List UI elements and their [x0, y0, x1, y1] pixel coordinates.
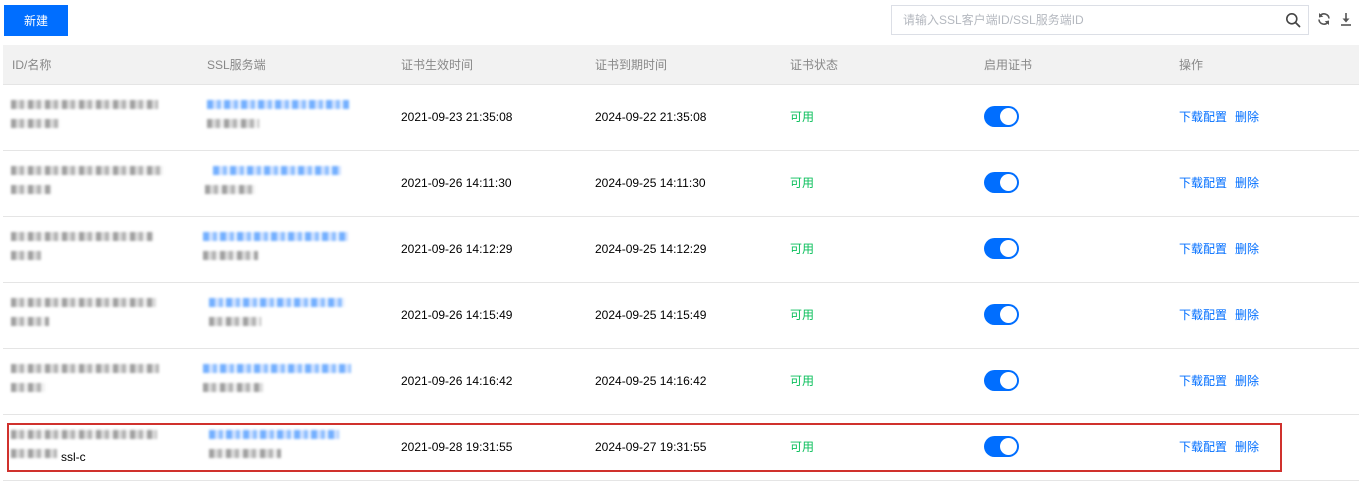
- enable-toggle[interactable]: [984, 238, 1019, 259]
- redacted-ssl-server-link[interactable]: [203, 232, 348, 241]
- column-header-id: ID/名称: [12, 58, 52, 72]
- column-header-enable: 启用证书: [984, 58, 1033, 72]
- toggle-knob: [1000, 108, 1017, 125]
- column-header-ssl-server: SSL服务端: [207, 58, 266, 72]
- enable-toggle[interactable]: [984, 370, 1019, 391]
- row-actions: 下载配置 删除: [1179, 415, 1259, 480]
- redacted-name: [11, 317, 49, 326]
- table-row: 2021-09-26 14:11:30 2024-09-25 14:11:30 …: [3, 151, 1359, 217]
- expire-time: 2024-09-25 14:11:30: [595, 176, 706, 190]
- redacted-id: [11, 430, 157, 439]
- table-row: 2021-09-26 14:15:49 2024-09-25 14:15:49 …: [3, 283, 1359, 349]
- row-actions: 下载配置 删除: [1179, 85, 1259, 150]
- redacted-id: [11, 232, 153, 241]
- column-header-expire-time: 证书到期时间: [595, 58, 668, 72]
- download-config-link[interactable]: 下载配置: [1179, 176, 1227, 190]
- row-actions: 下载配置 删除: [1179, 217, 1259, 282]
- start-time: 2021-09-26 14:16:42: [401, 374, 513, 388]
- download-config-link[interactable]: 下载配置: [1179, 308, 1227, 322]
- certificate-table: ID/名称 SSL服务端 证书生效时间 证书到期时间 证书状态 启用证书 操作 …: [3, 45, 1359, 481]
- column-header-actions: 操作: [1179, 58, 1204, 72]
- table-row: ssl-c 2021-09-28 19:31:55 2024-09-27 19:…: [3, 415, 1359, 481]
- toggle-knob: [1000, 174, 1017, 191]
- delete-link[interactable]: 删除: [1235, 374, 1259, 388]
- redacted-name: [11, 251, 41, 260]
- search-input[interactable]: [892, 6, 1282, 34]
- start-time: 2021-09-28 19:31:55: [401, 440, 513, 454]
- redacted-ssl-server-name: [203, 383, 263, 392]
- redacted-ssl-server-name: [203, 251, 258, 260]
- row-actions: 下载配置 删除: [1179, 349, 1259, 414]
- redacted-ssl-server-name: [209, 449, 281, 458]
- start-time: 2021-09-26 14:12:29: [401, 242, 513, 256]
- delete-link[interactable]: 删除: [1235, 440, 1259, 454]
- toggle-knob: [1000, 240, 1017, 257]
- redacted-ssl-server-link[interactable]: [213, 166, 341, 175]
- delete-link[interactable]: 删除: [1235, 176, 1259, 190]
- download-config-link[interactable]: 下载配置: [1179, 374, 1227, 388]
- table-row: 2021-09-23 21:35:08 2024-09-22 21:35:08 …: [3, 85, 1359, 151]
- redacted-ssl-server-name: [205, 185, 255, 194]
- redacted-ssl-server-name: [209, 317, 261, 326]
- certificate-name-suffix: ssl-c: [61, 450, 86, 464]
- search-icon[interactable]: [1285, 12, 1301, 28]
- table-header: ID/名称 SSL服务端 证书生效时间 证书到期时间 证书状态 启用证书 操作: [3, 45, 1359, 85]
- redacted-id: [11, 364, 159, 373]
- start-time: 2021-09-26 14:15:49: [401, 308, 513, 322]
- start-time: 2021-09-26 14:11:30: [401, 176, 512, 190]
- download-config-link[interactable]: 下载配置: [1179, 110, 1227, 124]
- delete-link[interactable]: 删除: [1235, 110, 1259, 124]
- row-actions: 下载配置 删除: [1179, 283, 1259, 348]
- start-time: 2021-09-23 21:35:08: [401, 110, 513, 124]
- expire-time: 2024-09-25 14:15:49: [595, 308, 707, 322]
- status-badge: 可用: [790, 176, 815, 190]
- expire-time: 2024-09-27 19:31:55: [595, 440, 707, 454]
- row-actions: 下载配置 删除: [1179, 151, 1259, 216]
- table-row: 2021-09-26 14:16:42 2024-09-25 14:16:42 …: [3, 349, 1359, 415]
- refresh-icon[interactable]: [1316, 11, 1332, 27]
- redacted-ssl-server-link[interactable]: [209, 298, 345, 307]
- expire-time: 2024-09-22 21:35:08: [595, 110, 707, 124]
- table-row: 2021-09-26 14:12:29 2024-09-25 14:12:29 …: [3, 217, 1359, 283]
- redacted-name: [11, 119, 59, 128]
- enable-toggle[interactable]: [984, 172, 1019, 193]
- column-header-start-time: 证书生效时间: [401, 58, 474, 72]
- download-config-link[interactable]: 下载配置: [1179, 440, 1227, 454]
- ssl-certificate-page: 新建 ID/名称 SSL服务端 证书生效时间 证书到期时间 证书状态 启用证书 …: [0, 0, 1359, 482]
- toggle-knob: [1000, 438, 1017, 455]
- redacted-ssl-server-name: [207, 119, 259, 128]
- expire-time: 2024-09-25 14:16:42: [595, 374, 707, 388]
- enable-toggle[interactable]: [984, 304, 1019, 325]
- status-badge: 可用: [790, 110, 815, 124]
- column-header-status: 证书状态: [790, 58, 839, 72]
- status-badge: 可用: [790, 374, 815, 388]
- status-badge: 可用: [790, 308, 815, 322]
- new-button[interactable]: 新建: [4, 5, 68, 36]
- redacted-id: [11, 166, 163, 175]
- redacted-ssl-server-link[interactable]: [203, 364, 351, 373]
- enable-toggle[interactable]: [984, 106, 1019, 127]
- redacted-id: [11, 100, 158, 109]
- delete-link[interactable]: 删除: [1235, 308, 1259, 322]
- search-box: [891, 5, 1309, 35]
- redacted-name: [11, 383, 45, 392]
- delete-link[interactable]: 删除: [1235, 242, 1259, 256]
- redacted-name: [11, 449, 57, 458]
- download-icon[interactable]: [1338, 11, 1354, 27]
- status-badge: 可用: [790, 440, 815, 454]
- redacted-ssl-server-link[interactable]: [209, 430, 339, 439]
- redacted-name: [11, 185, 51, 194]
- expire-time: 2024-09-25 14:12:29: [595, 242, 707, 256]
- enable-toggle[interactable]: [984, 436, 1019, 457]
- download-config-link[interactable]: 下载配置: [1179, 242, 1227, 256]
- redacted-id: [11, 298, 156, 307]
- status-badge: 可用: [790, 242, 815, 256]
- toggle-knob: [1000, 372, 1017, 389]
- toggle-knob: [1000, 306, 1017, 323]
- redacted-ssl-server-link[interactable]: [207, 100, 349, 109]
